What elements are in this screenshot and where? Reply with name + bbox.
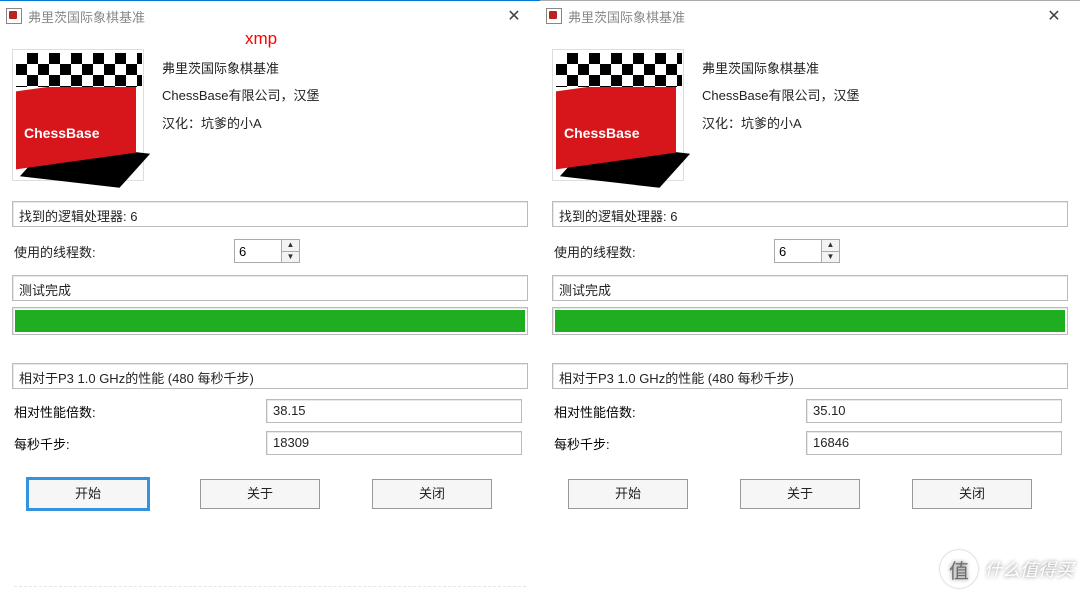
watermark: 值 什么值得买 (940, 550, 1074, 588)
multiplier-row: 相对性能倍数: 35.10 (540, 395, 1080, 427)
header-text: 弗里茨国际象棋基准 ChessBase有限公司，汉堡 汉化：坑爹的小A (162, 49, 319, 181)
status-field: 测试完成 (552, 275, 1068, 301)
footer-ticks (14, 586, 526, 590)
threads-label: 使用的线程数: (554, 242, 764, 261)
app-icon (546, 8, 562, 24)
threads-spinner[interactable]: ▲ ▼ (234, 239, 300, 263)
threads-row: 使用的线程数: ▲ ▼ (0, 233, 540, 269)
multiplier-row: 相对性能倍数: 38.15 (0, 395, 540, 427)
button-row: 开始 关于 关闭 (0, 459, 540, 517)
relative-perf-field: 相对于P3 1.0 GHz的性能 (480 每秒千步) (552, 363, 1068, 389)
chessbase-logo: ChessBase (12, 49, 144, 181)
knps-label: 每秒千步: (554, 434, 806, 453)
spinner-down-icon[interactable]: ▼ (822, 252, 839, 263)
translator: 汉化：坑爹的小A (702, 110, 859, 137)
multiplier-value: 35.10 (806, 399, 1062, 423)
progress-bar (555, 310, 1065, 332)
spinner-up-icon[interactable]: ▲ (282, 240, 299, 252)
status-field: 测试完成 (12, 275, 528, 301)
knps-row: 每秒千步: 18309 (0, 427, 540, 459)
titlebar: 弗里茨国际象棋基准 ✕ (540, 1, 1080, 31)
multiplier-value: 38.15 (266, 399, 522, 423)
spinner-down-icon[interactable]: ▼ (282, 252, 299, 263)
spinner-up-icon[interactable]: ▲ (822, 240, 839, 252)
multiplier-label: 相对性能倍数: (14, 402, 266, 421)
close-button[interactable]: 关闭 (912, 479, 1032, 509)
chessbase-logo: ChessBase (552, 49, 684, 181)
logo-text: ChessBase (564, 125, 640, 141)
close-button[interactable]: 关闭 (372, 479, 492, 509)
knps-value: 16846 (806, 431, 1062, 455)
company-name: ChessBase有限公司，汉堡 (702, 82, 859, 109)
multiplier-label: 相对性能倍数: (554, 402, 806, 421)
watermark-text: 什么值得买 (984, 556, 1074, 582)
product-name: 弗里茨国际象棋基准 (702, 55, 859, 82)
about-button[interactable]: 关于 (740, 479, 860, 509)
watermark-icon: 值 (940, 550, 978, 588)
dialog-left: 弗里茨国际象棋基准 ✕ xmp ChessBase 弗里茨国际象棋基准 Ches… (0, 0, 540, 592)
threads-spinner[interactable]: ▲ ▼ (774, 239, 840, 263)
threads-input[interactable] (234, 239, 282, 263)
company-name: ChessBase有限公司，汉堡 (162, 82, 319, 109)
comparison-container: 弗里茨国际象棋基准 ✕ xmp ChessBase 弗里茨国际象棋基准 Ches… (0, 0, 1080, 592)
translator: 汉化：坑爹的小A (162, 110, 319, 137)
knps-row: 每秒千步: 16846 (540, 427, 1080, 459)
close-icon[interactable]: ✕ (494, 2, 534, 30)
threads-row: 使用的线程数: ▲ ▼ (540, 233, 1080, 269)
product-name: 弗里茨国际象棋基准 (162, 55, 319, 82)
header-row: ChessBase 弗里茨国际象棋基准 ChessBase有限公司，汉堡 汉化：… (0, 31, 540, 189)
titlebar: 弗里茨国际象棋基准 ✕ (0, 1, 540, 31)
threads-label: 使用的线程数: (14, 242, 224, 261)
header-row: ChessBase 弗里茨国际象棋基准 ChessBase有限公司，汉堡 汉化：… (540, 31, 1080, 189)
start-button[interactable]: 开始 (28, 479, 148, 509)
logo-text: ChessBase (24, 125, 100, 141)
annotation-label: xmp (245, 29, 277, 49)
app-icon (6, 8, 22, 24)
knps-value: 18309 (266, 431, 522, 455)
processors-field: 找到的逻辑处理器: 6 (552, 201, 1068, 227)
progress-bar (15, 310, 525, 332)
knps-label: 每秒千步: (14, 434, 266, 453)
relative-perf-field: 相对于P3 1.0 GHz的性能 (480 每秒千步) (12, 363, 528, 389)
window-title: 弗里茨国际象棋基准 (28, 7, 494, 26)
button-row: 开始 关于 关闭 (540, 459, 1080, 517)
threads-input[interactable] (774, 239, 822, 263)
progress-track (552, 307, 1068, 335)
about-button[interactable]: 关于 (200, 479, 320, 509)
processors-field: 找到的逻辑处理器: 6 (12, 201, 528, 227)
window-title: 弗里茨国际象棋基准 (568, 7, 1034, 26)
start-button[interactable]: 开始 (568, 479, 688, 509)
dialog-right: 弗里茨国际象棋基准 ✕ ChessBase 弗里茨国际象棋基准 ChessBas… (540, 0, 1080, 592)
progress-track (12, 307, 528, 335)
close-icon[interactable]: ✕ (1034, 2, 1074, 30)
header-text: 弗里茨国际象棋基准 ChessBase有限公司，汉堡 汉化：坑爹的小A (702, 49, 859, 181)
